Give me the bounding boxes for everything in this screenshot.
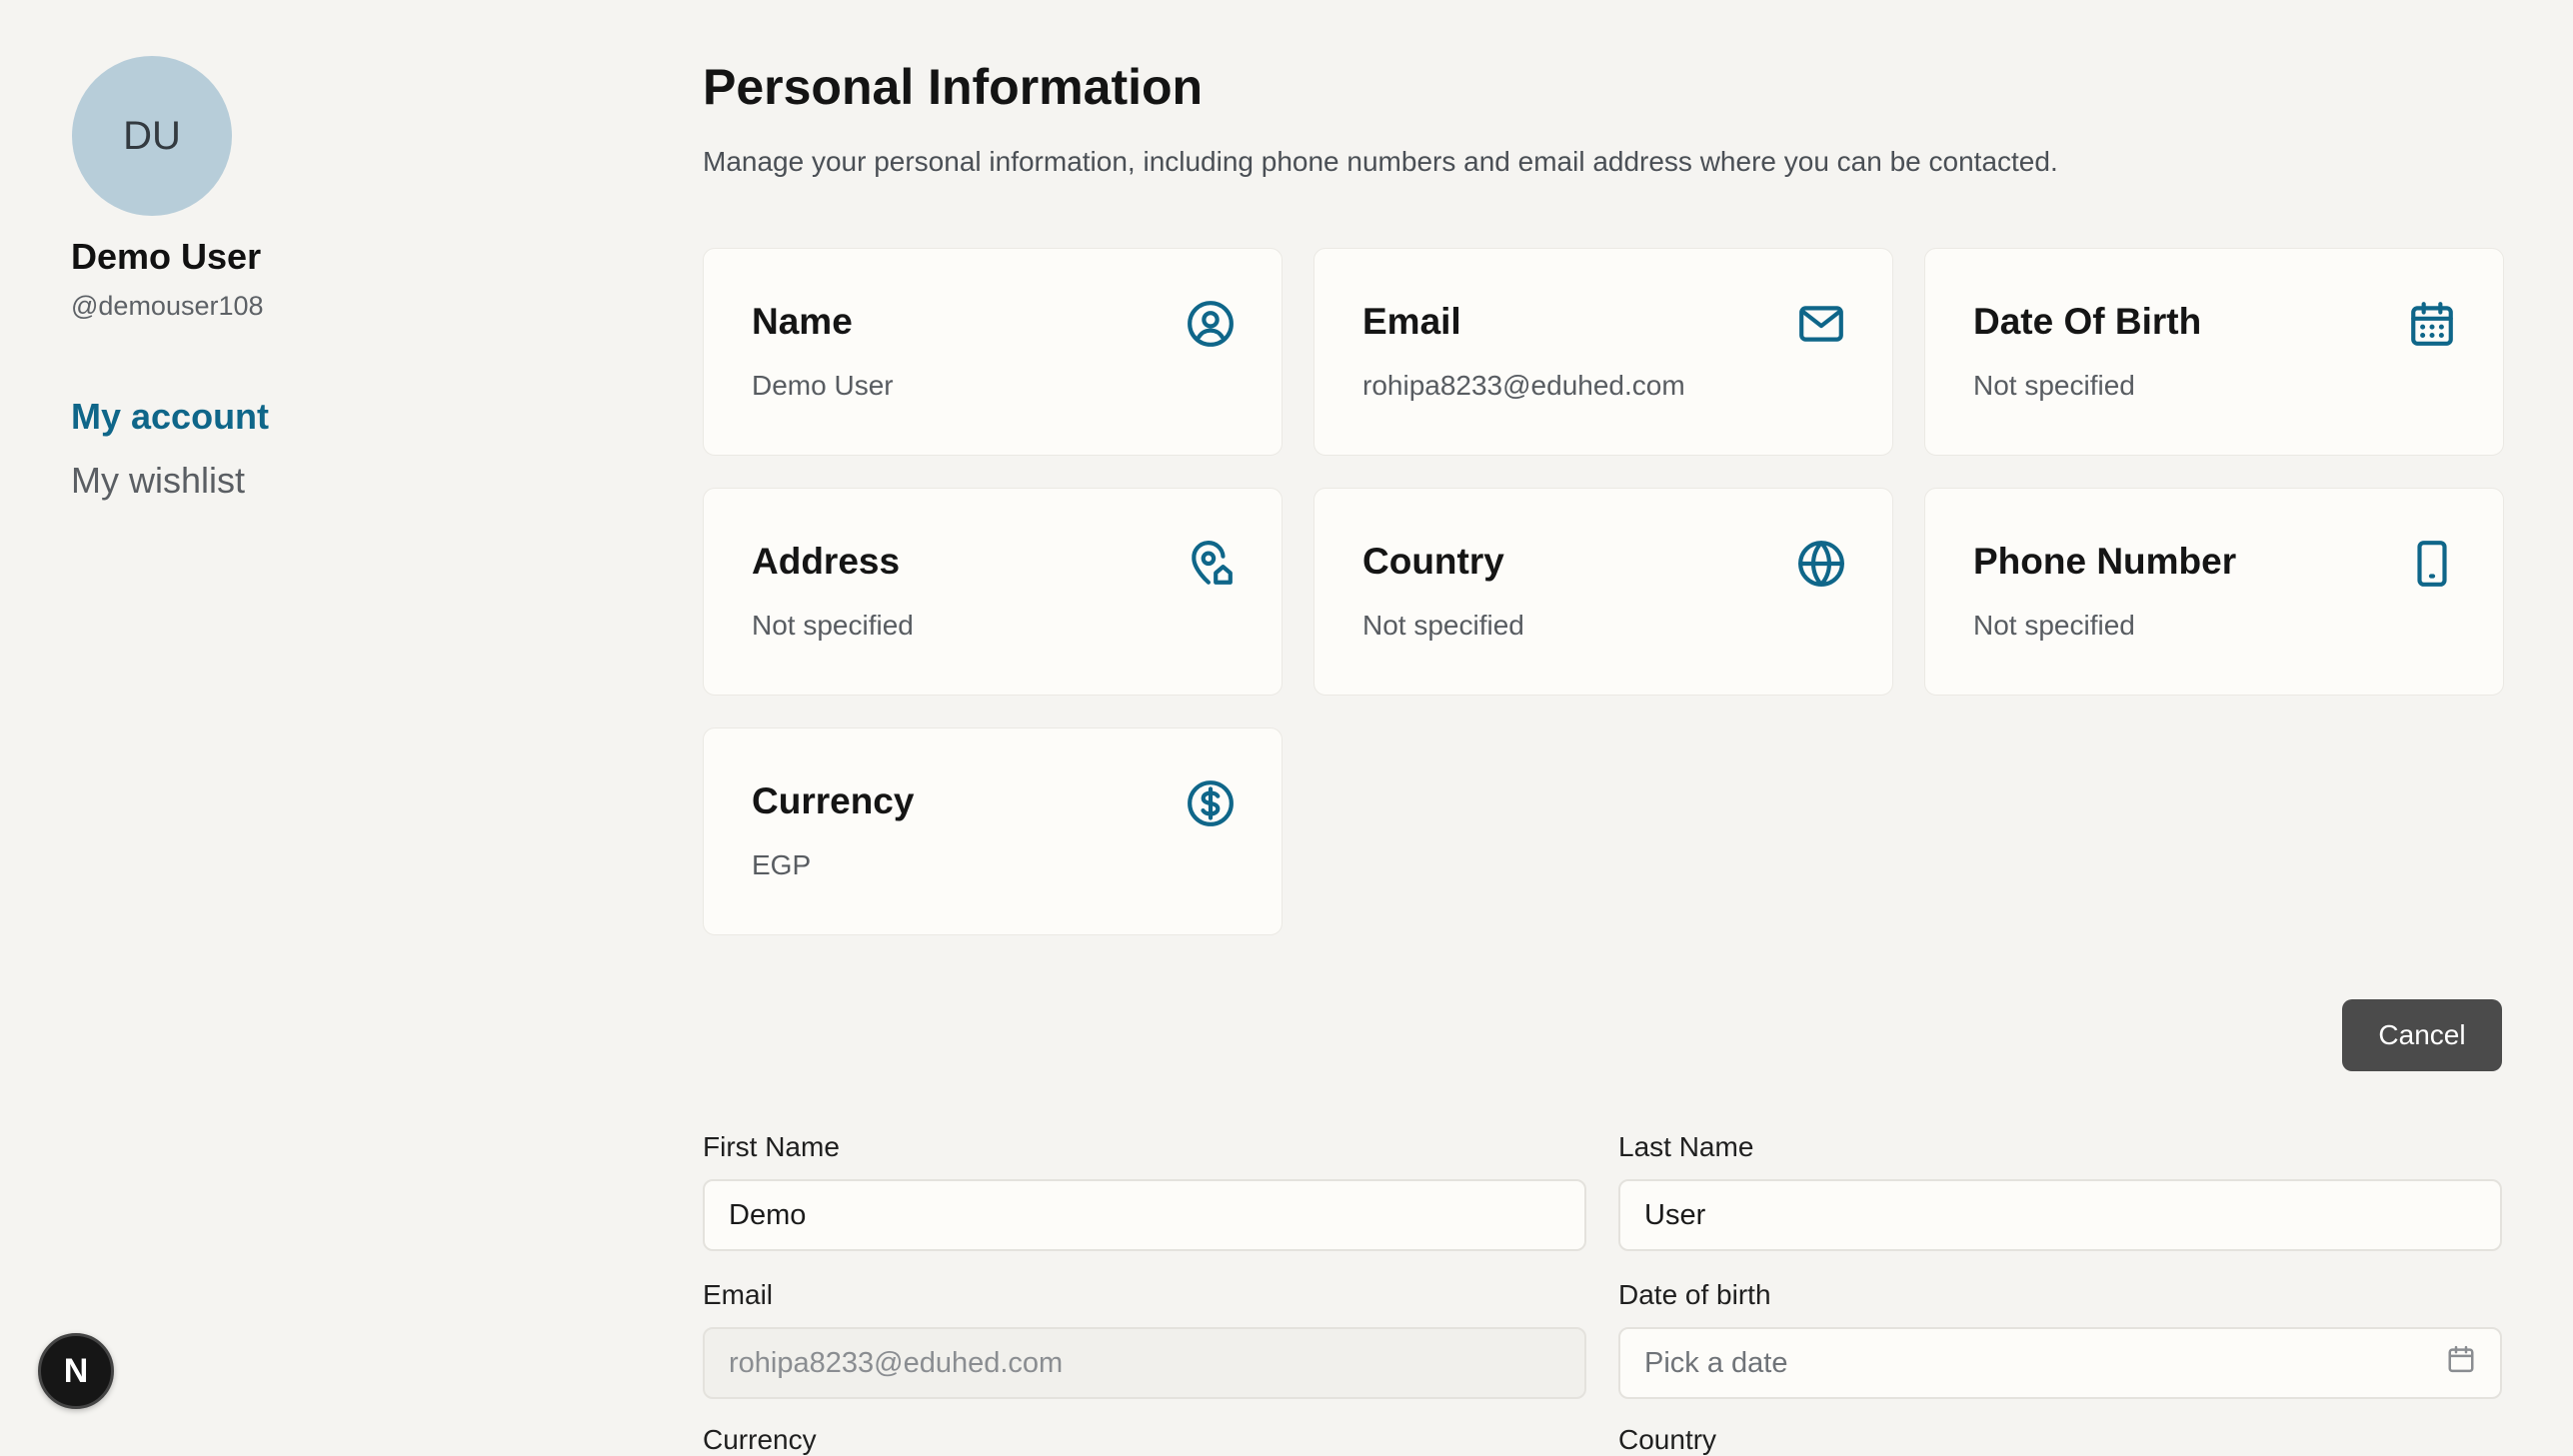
avatar: DU (72, 56, 232, 216)
card-value: Not specified (1973, 610, 2135, 641)
card-title: Date Of Birth (1973, 301, 2202, 342)
card-title: Phone Number (1973, 541, 2237, 582)
last-name-value: User (1644, 1198, 1706, 1231)
first-name-value: Demo (729, 1198, 807, 1231)
email-value: rohipa8233@eduhed.com (729, 1346, 1064, 1379)
cancel-button[interactable]: Cancel (2342, 999, 2502, 1071)
globe-icon (1796, 539, 1846, 589)
mail-icon (1796, 299, 1846, 349)
card-value: EGP (752, 849, 812, 880)
card-title: Name (752, 301, 853, 342)
card-title: Address (752, 541, 901, 582)
calendar-icon (2446, 1344, 2476, 1382)
card-country[interactable]: Country Not specified (1313, 488, 1893, 696)
nav-my-wishlist[interactable]: My wishlist (71, 460, 245, 502)
card-currency[interactable]: Currency EGP (703, 728, 1283, 935)
avatar-initials: DU (123, 113, 181, 158)
card-value: Not specified (1362, 610, 1524, 641)
first-name-label: First Name (703, 1131, 840, 1162)
first-name-input[interactable]: Demo (703, 1179, 1586, 1251)
nav-my-account[interactable]: My account (71, 396, 269, 438)
card-title: Currency (752, 780, 915, 821)
card-value: rohipa8233@eduhed.com (1362, 370, 1685, 401)
date-of-birth-picker[interactable]: Pick a date (1618, 1327, 2502, 1399)
last-name-input[interactable]: User (1618, 1179, 2502, 1251)
card-value: Not specified (1973, 370, 2135, 401)
dollar-circle-icon (1186, 778, 1236, 828)
page-description: Manage your personal information, includ… (703, 146, 2058, 177)
calendar-icon (2407, 299, 2457, 349)
card-value: Demo User (752, 370, 894, 401)
last-name-label: Last Name (1618, 1131, 1754, 1162)
card-date-of-birth[interactable]: Date Of Birth Not specified (1924, 248, 2504, 456)
country-label: Country (1618, 1424, 1717, 1455)
date-of-birth-label: Date of birth (1618, 1279, 1771, 1310)
card-email[interactable]: Email rohipa8233@eduhed.com (1313, 248, 1893, 456)
card-name[interactable]: Name Demo User (703, 248, 1283, 456)
user-handle: @demouser108 (71, 291, 264, 321)
card-value: Not specified (752, 610, 914, 641)
smartphone-icon (2407, 539, 2457, 589)
sidebar: DU Demo User @demouser108 My account My … (0, 0, 640, 1447)
badge-letter: N (63, 1351, 89, 1390)
map-pin-home-icon (1186, 539, 1236, 589)
card-title: Email (1362, 301, 1461, 342)
card-address[interactable]: Address Not specified (703, 488, 1283, 696)
email-label: Email (703, 1279, 774, 1310)
user-circle-icon (1186, 299, 1236, 349)
page-title: Personal Information (703, 59, 1204, 115)
card-title: Country (1362, 541, 1504, 582)
email-input[interactable]: rohipa8233@eduhed.com (703, 1327, 1586, 1399)
card-phone-number[interactable]: Phone Number Not specified (1924, 488, 2504, 696)
currency-label: Currency (703, 1424, 817, 1455)
nextjs-dev-badge[interactable]: N (38, 1333, 114, 1409)
date-placeholder: Pick a date (1644, 1346, 1788, 1379)
user-name: Demo User (71, 236, 262, 277)
